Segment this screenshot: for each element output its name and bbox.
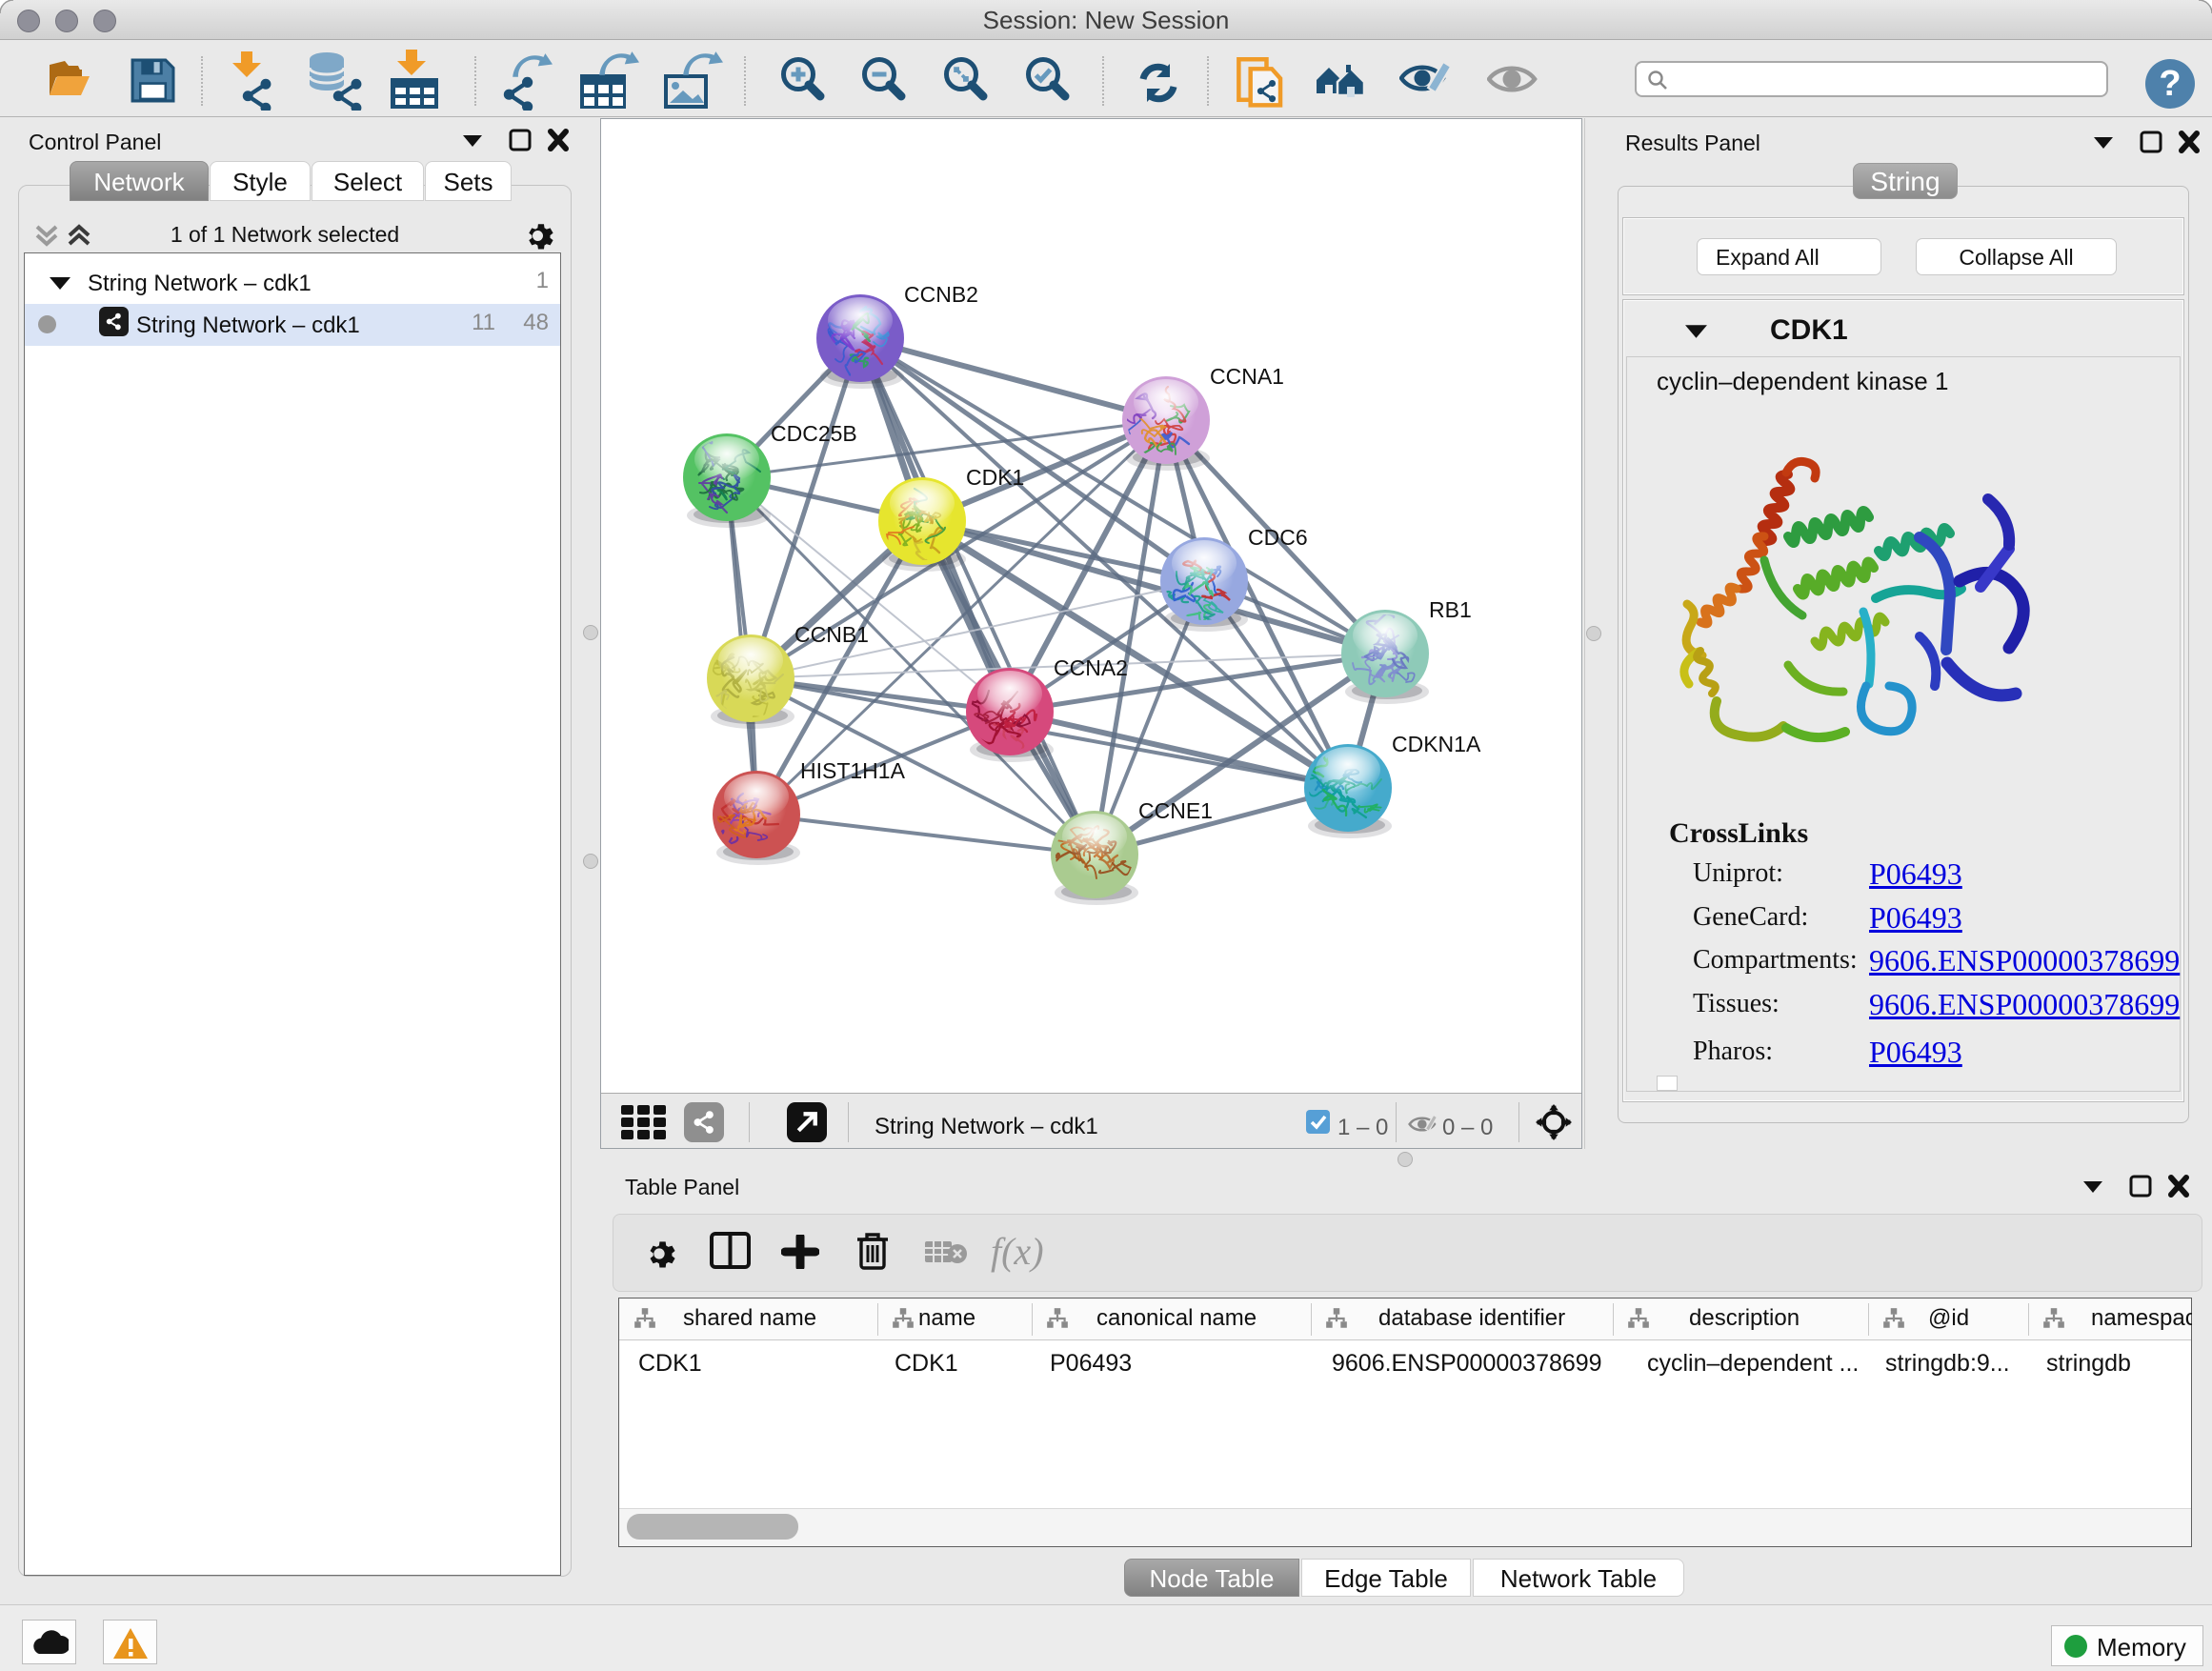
svg-text:CDKN1A: CDKN1A	[1392, 732, 1481, 756]
svg-text:CCNE1: CCNE1	[1138, 798, 1213, 823]
svg-text:HIST1H1A: HIST1H1A	[800, 758, 906, 783]
svg-text:CCNA2: CCNA2	[1054, 655, 1128, 680]
svg-text:CDC6: CDC6	[1248, 525, 1308, 550]
svg-text:CCNB1: CCNB1	[794, 622, 869, 647]
svg-text:RB1: RB1	[1429, 597, 1472, 622]
svg-text:CCNA1: CCNA1	[1210, 364, 1284, 389]
svg-text:CDK1: CDK1	[966, 465, 1024, 490]
svg-text:CCNB2: CCNB2	[904, 282, 978, 307]
svg-text:CDC25B: CDC25B	[771, 421, 857, 446]
